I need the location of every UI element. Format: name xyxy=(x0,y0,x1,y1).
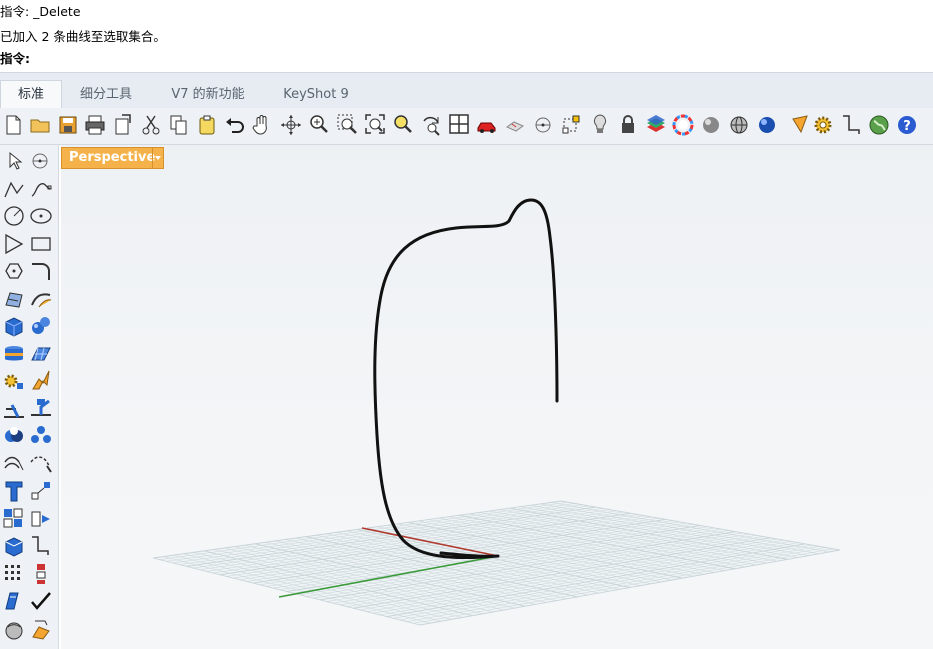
viewport-scene xyxy=(152,198,841,626)
command-history-line: 指令: _Delete xyxy=(0,4,81,19)
grid-snap-icon[interactable] xyxy=(560,113,582,137)
cut-icon[interactable] xyxy=(140,113,162,137)
car-icon[interactable] xyxy=(476,113,498,137)
point-icon[interactable] xyxy=(532,113,554,137)
grid-array-icon[interactable] xyxy=(1,562,25,586)
rotate-camera-icon[interactable] xyxy=(420,113,442,137)
open-folder-icon[interactable] xyxy=(29,113,51,137)
sphere-wire-icon[interactable] xyxy=(728,113,750,137)
rotate-view-icon[interactable] xyxy=(280,113,302,137)
chevron-down-icon[interactable] xyxy=(152,148,163,168)
new-file-icon[interactable] xyxy=(2,113,24,137)
tab-v7-new[interactable]: V7 的新功能 xyxy=(156,81,260,109)
copy-icon[interactable] xyxy=(168,113,190,137)
light-bulb-icon[interactable] xyxy=(589,113,611,137)
perspective-viewport[interactable]: Perspective xyxy=(61,145,933,649)
boolean-union-icon[interactable] xyxy=(1,424,25,448)
render-cone-icon[interactable] xyxy=(789,113,811,137)
offset-curve-icon[interactable] xyxy=(1,452,25,476)
dimension-icon[interactable] xyxy=(28,534,52,558)
tab-standard[interactable]: 标准 xyxy=(0,80,62,109)
blend-icon[interactable] xyxy=(28,452,52,476)
import-icon[interactable] xyxy=(112,113,134,137)
mirror-icon[interactable] xyxy=(28,507,52,531)
text-object-icon[interactable] xyxy=(1,479,25,503)
array-icon[interactable] xyxy=(1,507,25,531)
zoom-window-icon[interactable] xyxy=(336,113,358,137)
check-icon[interactable] xyxy=(28,589,52,613)
zoom-extents-icon[interactable] xyxy=(364,113,386,137)
command-prompt[interactable]: 指令: xyxy=(0,49,30,69)
color-wheel-icon[interactable] xyxy=(672,113,694,137)
curve-icon[interactable] xyxy=(28,177,52,201)
help-icon[interactable]: ? xyxy=(896,113,918,137)
paste-icon[interactable] xyxy=(196,113,218,137)
box-solid-icon[interactable] xyxy=(1,314,25,338)
globe-icon[interactable] xyxy=(868,113,890,137)
arc-icon[interactable] xyxy=(1,259,25,283)
undo-icon[interactable] xyxy=(224,113,246,137)
boolean-icon[interactable] xyxy=(28,369,52,393)
cylinder-icon[interactable] xyxy=(1,342,25,366)
command-history-line: 已加入 2 条曲线至选取集合。 xyxy=(0,29,166,44)
paint-icon[interactable] xyxy=(28,617,52,641)
align-icon[interactable] xyxy=(28,562,52,586)
fillet-curve-icon[interactable] xyxy=(28,259,52,283)
transform-icon[interactable] xyxy=(28,479,52,503)
render-sphere-icon[interactable] xyxy=(756,113,778,137)
freeform-curve xyxy=(373,198,559,560)
split-icon[interactable] xyxy=(1,397,25,421)
layer-icon[interactable] xyxy=(645,113,667,137)
circle-icon[interactable] xyxy=(1,204,25,228)
boolean-diff-icon[interactable] xyxy=(28,424,52,448)
zoom-selected-icon[interactable] xyxy=(392,113,414,137)
toolbar-tab-strip: 标准 细分工具 V7 的新功能 KeyShot 9 xyxy=(0,72,933,109)
sphere-solid-icon[interactable] xyxy=(28,314,52,338)
dimension-icon[interactable] xyxy=(840,113,862,137)
shade-icon[interactable] xyxy=(1,617,25,641)
four-viewports-icon[interactable] xyxy=(448,113,470,137)
construction-grid xyxy=(152,500,841,626)
trim-icon[interactable] xyxy=(28,397,52,421)
standard-toolbar: ? xyxy=(0,108,933,145)
patch-icon[interactable] xyxy=(28,342,52,366)
polyline-icon[interactable] xyxy=(1,177,25,201)
ellipse-icon[interactable] xyxy=(28,204,52,228)
viewport-title: Perspective xyxy=(69,150,156,165)
command-history: 指令: _Delete 已加入 2 条曲线至选取集合。 指令: xyxy=(0,0,933,72)
surface-corner-icon[interactable] xyxy=(1,287,25,311)
tab-keyshot[interactable]: KeyShot 9 xyxy=(270,81,362,109)
svg-text:?: ? xyxy=(903,119,911,134)
mesh-box-icon[interactable] xyxy=(1,534,25,558)
explode-icon[interactable] xyxy=(1,369,25,393)
print-icon[interactable] xyxy=(84,113,106,137)
point-icon[interactable] xyxy=(28,149,52,173)
tab-subd-tools[interactable]: 细分工具 xyxy=(66,81,146,109)
pan-hand-icon[interactable] xyxy=(251,113,273,137)
block-icon[interactable] xyxy=(504,113,526,137)
polygon-icon[interactable] xyxy=(1,232,25,256)
save-icon[interactable] xyxy=(57,113,79,137)
main-sidebar-toolbar xyxy=(0,145,59,649)
select-arrow-icon[interactable] xyxy=(1,149,25,173)
sphere-shaded-icon[interactable] xyxy=(700,113,722,137)
analyze-icon[interactable] xyxy=(1,589,25,613)
gear-icon[interactable] xyxy=(812,113,834,137)
zoom-icon[interactable] xyxy=(308,113,330,137)
viewport-title-button[interactable]: Perspective xyxy=(61,147,164,169)
rectangle-icon[interactable] xyxy=(28,232,52,256)
extrude-surface-icon[interactable] xyxy=(28,287,52,311)
lock-icon[interactable] xyxy=(617,113,639,137)
